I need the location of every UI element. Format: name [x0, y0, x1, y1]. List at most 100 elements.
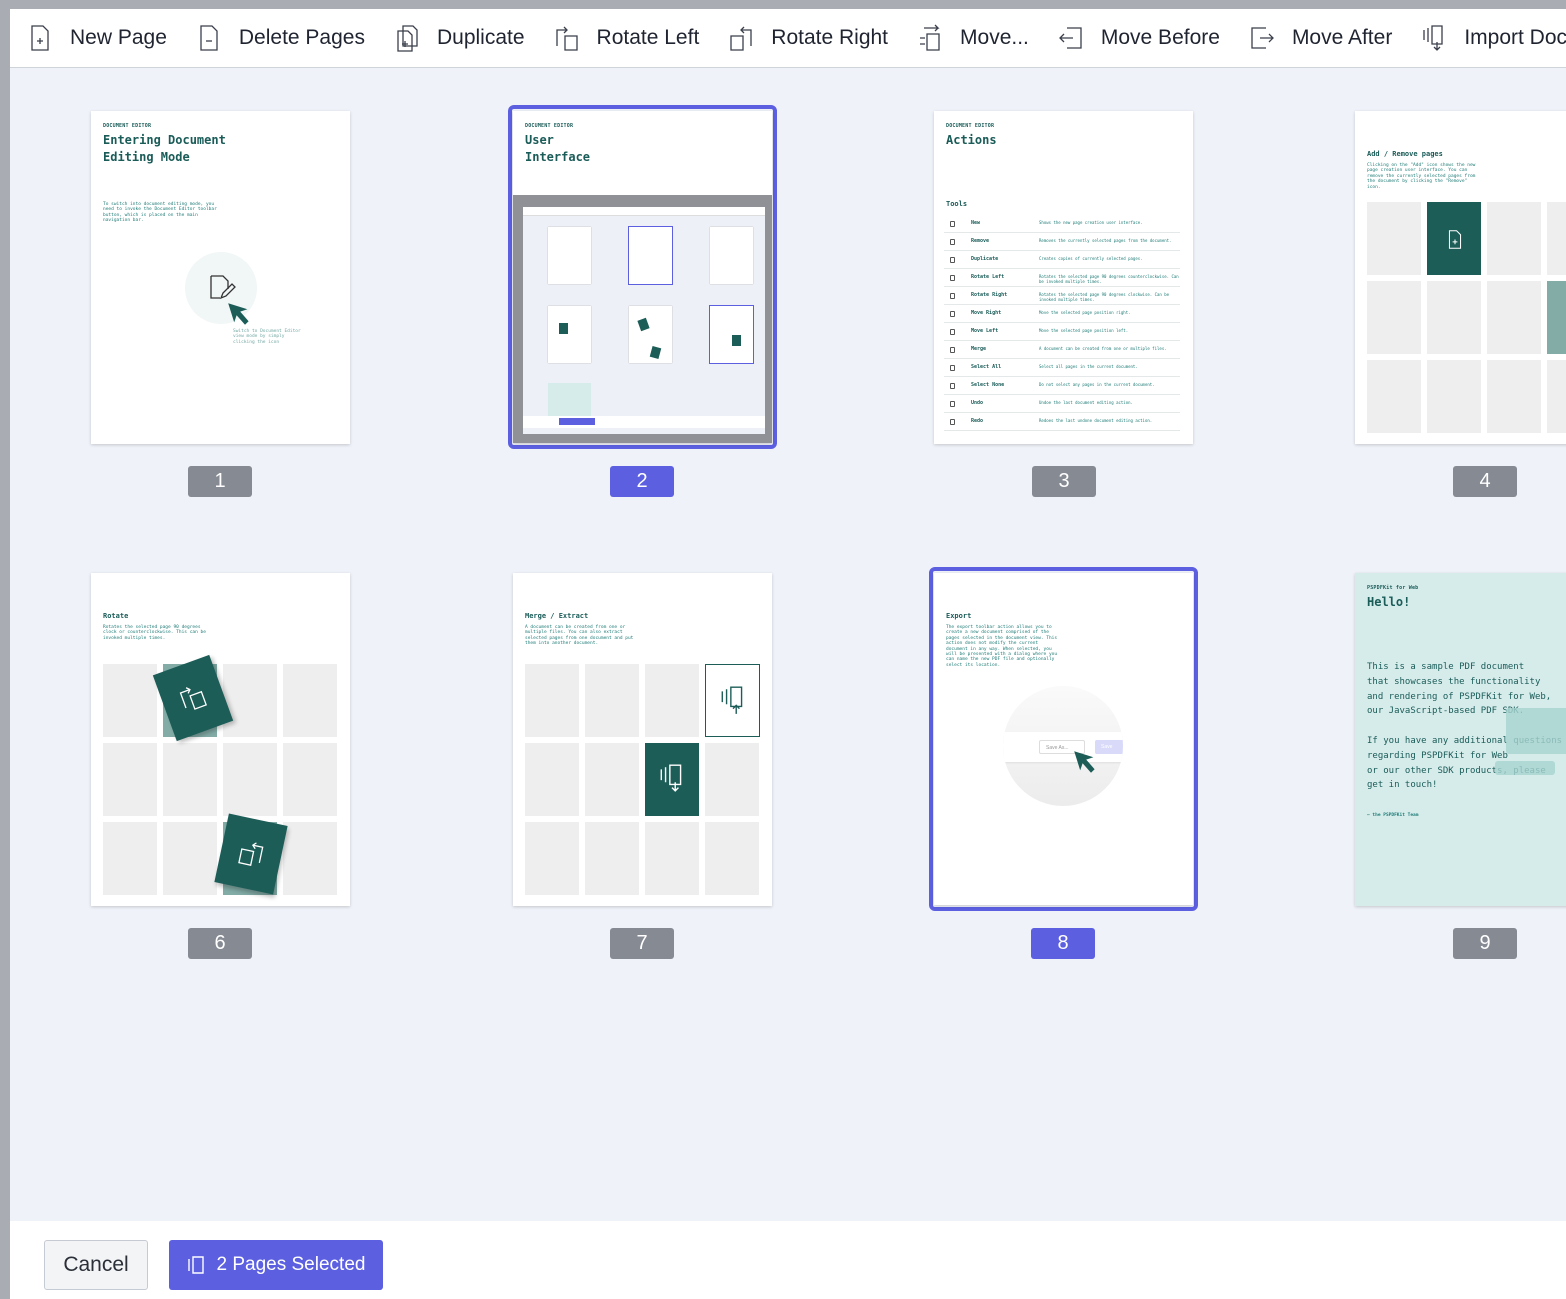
action-icon — [950, 401, 955, 407]
page-number-badge: 4 — [1453, 466, 1517, 497]
action-icon — [950, 221, 955, 227]
action-icon — [950, 419, 955, 425]
action-icon — [950, 239, 955, 245]
rotate-right-icon — [238, 842, 264, 866]
rotate-left-icon — [179, 687, 207, 710]
page-thumbnail-2[interactable]: DOCUMENT EDITOR User Interface 2 — [508, 105, 777, 501]
action-icon — [950, 293, 955, 299]
rotate-left-button[interactable]: Rotate Left — [537, 9, 712, 67]
import-document-button[interactable]: Import Document — [1404, 9, 1566, 67]
page-preview: Export The export toolbar action allows … — [934, 573, 1193, 905]
action-row: Redo Redoes the last undone document edit… — [944, 413, 1180, 431]
page-thumbnail-7[interactable]: Merge / Extract A document can be create… — [513, 573, 772, 963]
page-number-badge: 1 — [188, 466, 252, 497]
action-icon — [950, 329, 955, 335]
page-preview: DOCUMENT EDITOR Actions Tools New Shows t… — [934, 111, 1193, 444]
rotate-right-button[interactable]: Rotate Right — [711, 9, 900, 67]
action-description: Rotates the selected page 90 degrees clo… — [1039, 292, 1170, 302]
document-editor: New Page Delete Pages Duplicate Rotate L… — [10, 9, 1566, 1299]
document-editor-toolbar: New Page Delete Pages Duplicate Rotate L… — [10, 9, 1566, 68]
action-row: Move Left Move the selected page position… — [944, 323, 1180, 341]
action-description: A document can be created from one or mu… — [1039, 346, 1167, 351]
pages-selected-icon — [187, 1256, 204, 1274]
action-icon — [950, 275, 955, 281]
action-description: Undoe the last document editing action. — [1039, 400, 1133, 405]
action-description: Rotates the selected page 90 degrees cou… — [1039, 274, 1179, 284]
action-row: Select None Do not select any pages in th… — [944, 377, 1180, 395]
action-icon — [950, 347, 955, 353]
action-row: Duplicate Creates copies of currently sel… — [944, 251, 1180, 269]
action-description: Move the selected page position left. — [1039, 328, 1129, 333]
page-number-badge: 9 — [1453, 928, 1517, 959]
cancel-button[interactable]: Cancel — [44, 1240, 148, 1290]
import-document-icon — [1423, 25, 1443, 51]
action-name: Duplicate — [971, 256, 999, 262]
page-thumbnail-4[interactable]: Add / Remove pages Clicking on the "Add"… — [1355, 111, 1566, 501]
new-page-button[interactable]: New Page — [10, 9, 179, 67]
page-preview: DOCUMENT EDITOR User Interface — [513, 111, 772, 443]
action-description: Select all pages in the current document… — [1039, 364, 1138, 369]
move-before-icon — [1058, 27, 1082, 49]
duplicate-button[interactable]: Duplicate — [377, 9, 537, 67]
action-description: Redoes the last undone document editing … — [1039, 418, 1153, 423]
move-button[interactable]: Move... — [900, 9, 1041, 67]
pages-selected-button[interactable]: 2 Pages Selected — [169, 1240, 383, 1290]
extract-page-tile — [705, 664, 760, 737]
ui-screenshot-illustration — [513, 195, 772, 443]
page-number-badge: 2 — [610, 466, 674, 497]
action-name: Redo — [971, 418, 984, 424]
chat-bubble-illustration — [1506, 708, 1566, 754]
duplicate-icon — [397, 25, 418, 52]
action-description: Creates copies of currently selected pag… — [1039, 256, 1143, 261]
page-thumbnail-1[interactable]: DOCUMENT EDITOR Entering Document Editin… — [91, 111, 350, 501]
action-icon — [950, 383, 955, 389]
page-thumbnail-8[interactable]: Export The export toolbar action allows … — [929, 567, 1198, 963]
page-preview: Rotate Rotates the selected page 90 degr… — [91, 573, 350, 906]
footer-bar: Cancel 2 Pages Selected — [10, 1221, 1566, 1299]
delete-pages-button[interactable]: Delete Pages — [179, 9, 377, 67]
move-icon — [920, 24, 940, 51]
page-grid: DOCUMENT EDITOR Entering Document Editin… — [10, 69, 1566, 1221]
merge-document-icon — [660, 764, 682, 792]
pencil-document-icon — [210, 275, 236, 300]
action-row: Remove Removes the currently selected pag… — [944, 233, 1180, 251]
action-description: Move the selected page position right. — [1039, 310, 1131, 315]
action-row: Move Right Move the selected page positio… — [944, 305, 1180, 323]
action-description: Do not select any pages in the current d… — [1039, 382, 1155, 387]
action-name: Move Left — [971, 328, 999, 334]
action-name: Select All — [971, 364, 1002, 370]
action-row: New Shows the new page creation user inte… — [944, 215, 1180, 233]
action-row: Undo Undoe the last document editing acti… — [944, 395, 1180, 413]
cursor-pointer-icon — [228, 303, 249, 325]
actions-table: New Shows the new page creation user inte… — [934, 215, 1193, 435]
merge-page-tile — [645, 743, 699, 816]
rotate-right-icon — [730, 26, 752, 51]
action-description: Shows the new page creation user interfa… — [1039, 220, 1143, 225]
delete-page-icon — [200, 25, 218, 51]
action-row: Rotate Left Rotates the selected page 90 … — [944, 269, 1180, 287]
page-preview: Add / Remove pages Clicking on the "Add"… — [1355, 111, 1566, 444]
action-row: Merge A document can be created from one … — [944, 341, 1180, 359]
cursor-pointer-icon — [1074, 751, 1095, 773]
page-thumbnail-3[interactable]: DOCUMENT EDITOR Actions Tools New Shows t… — [934, 111, 1193, 501]
page-number-badge: 8 — [1031, 928, 1095, 959]
action-name: Move Right — [971, 310, 1002, 316]
page-number-badge: 6 — [188, 928, 252, 959]
page-thumbnail-6[interactable]: Rotate Rotates the selected page 90 degr… — [91, 573, 350, 963]
page-number-badge: 3 — [1032, 466, 1096, 497]
action-row: Rotate Right Rotates the selected page 90… — [944, 287, 1180, 305]
action-icon — [950, 257, 955, 263]
move-before-button[interactable]: Move Before — [1041, 9, 1232, 67]
page-number-badge: 7 — [610, 928, 674, 959]
action-name: Undo — [971, 400, 984, 406]
rotate-left-icon — [555, 26, 578, 51]
new-page-icon — [1448, 230, 1462, 249]
move-after-button[interactable]: Move After — [1232, 9, 1404, 67]
move-after-icon — [1251, 27, 1274, 49]
page-preview: Merge / Extract A document can be create… — [513, 573, 772, 906]
action-icon — [950, 311, 955, 317]
action-icon — [950, 365, 955, 371]
save-dialog-illustration: Save As... Save — [1003, 686, 1123, 806]
page-preview: PSPDFKit for Web Hello! This is a sample… — [1355, 573, 1566, 906]
page-thumbnail-9[interactable]: PSPDFKit for Web Hello! This is a sample… — [1355, 573, 1566, 963]
